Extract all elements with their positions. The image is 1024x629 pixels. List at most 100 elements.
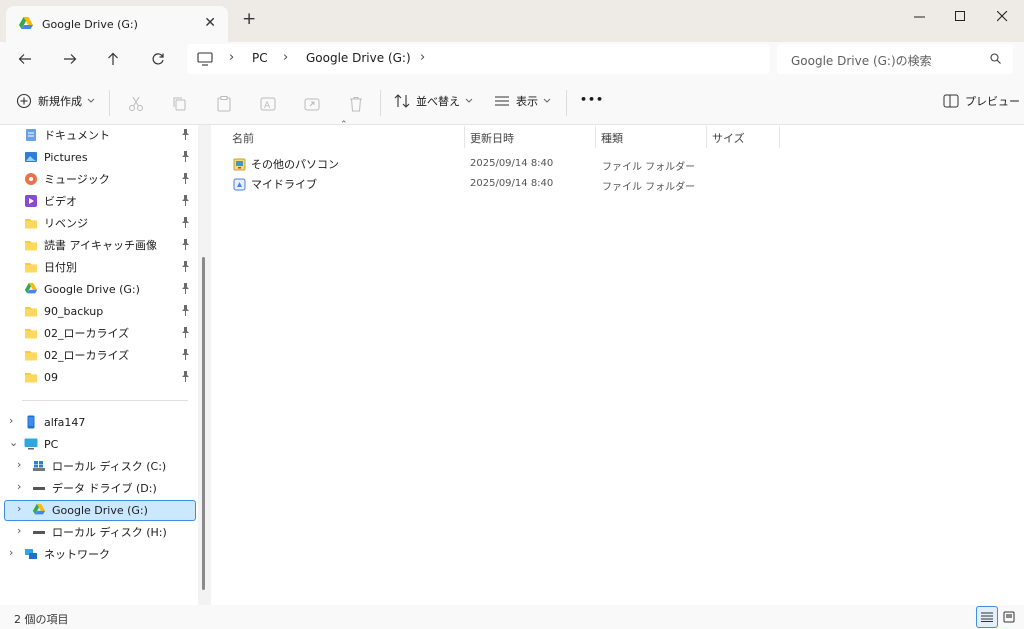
column-header-modified[interactable]: 更新日時 <box>470 130 514 146</box>
tree-item[interactable]: alfa147 <box>24 412 85 432</box>
file-list <box>212 125 1024 605</box>
divider <box>109 90 110 116</box>
sidebar-item[interactable]: Pictures <box>24 147 88 167</box>
chevron-right-icon[interactable]: › <box>17 524 21 537</box>
tree-item-label: alfa147 <box>44 415 86 429</box>
phone-icon <box>24 415 38 429</box>
copy-icon[interactable] <box>171 95 189 113</box>
sidebar-item[interactable]: Google Drive (G:) <box>24 279 140 299</box>
sidebar-item-label: Google Drive (G:) <box>44 282 140 296</box>
chevron-right-icon[interactable]: › <box>9 546 13 559</box>
pin-icon[interactable] <box>181 305 190 319</box>
tree-item[interactable]: ネットワーク <box>24 544 110 564</box>
minimize-icon <box>913 16 925 17</box>
folder-icon <box>24 304 38 318</box>
chevron-right-icon[interactable]: › <box>17 480 21 493</box>
address-field[interactable] <box>187 44 770 74</box>
pin-icon[interactable] <box>181 217 190 231</box>
back-button[interactable] <box>13 47 37 71</box>
share-icon[interactable] <box>303 95 321 113</box>
new-tab-button[interactable]: + <box>242 9 256 29</box>
tree-item[interactable]: ローカル ディスク (C:) <box>32 456 166 476</box>
up-button[interactable] <box>101 47 125 71</box>
sidebar-item-label: 02_ローカライズ <box>44 349 130 362</box>
tab-google-drive[interactable]: Google Drive (G:) ✕ <box>6 6 228 42</box>
monitor-icon <box>197 52 213 66</box>
sidebar-item[interactable]: ミュージック <box>24 169 110 189</box>
column-divider[interactable] <box>706 126 707 148</box>
forward-button[interactable] <box>58 47 82 71</box>
sidebar-item[interactable]: 02_ローカライズ <box>24 345 129 365</box>
sidebar-item-label: 02_ローカライズ <box>44 327 130 340</box>
pin-icon[interactable] <box>181 349 190 363</box>
column-header-type[interactable]: 種類 <box>601 130 623 146</box>
rename-icon[interactable]: A <box>259 95 277 113</box>
pictures-icon <box>24 150 38 164</box>
chevron-right-icon[interactable]: › <box>9 414 13 427</box>
sidebar-item[interactable]: 90_backup <box>24 301 103 321</box>
preview-button[interactable]: プレビュー <box>943 93 1020 109</box>
music-icon <box>24 172 38 186</box>
column-header-size[interactable]: サイズ <box>712 130 745 146</box>
sidebar-item[interactable]: 02_ローカライズ <box>24 323 129 343</box>
column-header-name[interactable]: 名前 <box>232 130 254 146</box>
breadcrumb-pc[interactable]: PC <box>252 51 268 65</box>
file-row[interactable]: マイドライブ <box>233 176 317 192</box>
pin-icon[interactable] <box>181 129 190 143</box>
cut-icon[interactable] <box>127 95 145 113</box>
sort-button[interactable]: 並べ替え <box>394 93 473 109</box>
tree-item[interactable]: PC <box>24 434 58 454</box>
pin-icon[interactable] <box>181 371 190 385</box>
more-options-button[interactable]: ••• <box>580 93 604 106</box>
paste-icon[interactable] <box>215 95 233 113</box>
delete-icon[interactable] <box>347 95 365 113</box>
chevron-right-icon[interactable]: › <box>17 458 21 471</box>
details-view-button[interactable] <box>976 606 998 628</box>
chevron-right-icon[interactable]: › <box>17 502 21 515</box>
sidebar-scrollbar[interactable] <box>202 257 205 590</box>
file-row[interactable]: その他のパソコン <box>233 156 339 172</box>
maximize-button[interactable] <box>943 4 977 28</box>
sidebar-item[interactable]: 日付別 <box>24 257 77 277</box>
breadcrumb-separator-icon: › <box>283 50 289 65</box>
pin-icon[interactable] <box>181 173 190 187</box>
close-window-button[interactable] <box>985 4 1019 28</box>
breadcrumb-google-drive[interactable]: Google Drive (G:) <box>306 51 411 65</box>
minimize-button[interactable] <box>902 4 936 28</box>
tree-item[interactable]: データ ドライブ (D:) <box>32 478 157 498</box>
search-icon <box>990 53 1001 64</box>
sidebar-item-label: 09 <box>44 370 58 384</box>
view-button[interactable]: 表示 <box>494 93 551 109</box>
column-divider[interactable] <box>779 126 780 148</box>
tab-close-icon[interactable]: ✕ <box>204 15 216 31</box>
sidebar-item[interactable]: 読書 アイキャッチ画像 <box>24 235 157 255</box>
pin-icon[interactable] <box>181 327 190 341</box>
tree-item-label: Google Drive (G:) <box>52 503 148 517</box>
sidebar-item[interactable]: リベンジ <box>24 213 88 233</box>
item-count: 2 個の項目 <box>14 613 69 626</box>
tree-item[interactable]: Google Drive (G:) <box>32 500 148 520</box>
sidebar-item[interactable]: 09 <box>24 367 58 387</box>
breadcrumb-separator-icon: › <box>420 50 426 65</box>
tree-item-label: ネットワーク <box>44 548 110 561</box>
column-divider[interactable] <box>595 126 596 148</box>
pin-icon[interactable] <box>181 239 190 253</box>
refresh-button[interactable] <box>146 47 170 71</box>
column-divider[interactable] <box>464 126 465 148</box>
sidebar-item[interactable]: ドキュメント <box>24 125 110 145</box>
pin-icon[interactable] <box>181 261 190 275</box>
tree-item[interactable]: ローカル ディスク (H:) <box>32 522 167 542</box>
search-placeholder: Google Drive (G:)の検索 <box>791 54 932 68</box>
sidebar-item-label: Pictures <box>44 150 88 164</box>
pin-icon[interactable] <box>181 151 190 165</box>
preview-button-label: プレビュー <box>965 95 1020 108</box>
pin-icon[interactable] <box>181 195 190 209</box>
status-bar <box>0 605 1024 629</box>
large-icons-view-button[interactable] <box>998 606 1020 628</box>
sidebar-item[interactable]: ビデオ <box>24 191 77 211</box>
video-icon <box>24 194 38 208</box>
new-button[interactable]: 新規作成 <box>16 93 95 109</box>
pin-icon[interactable] <box>181 283 190 297</box>
chevron-down-icon[interactable]: ⌄ <box>9 436 18 449</box>
tab-title: Google Drive (G:) <box>42 17 138 31</box>
